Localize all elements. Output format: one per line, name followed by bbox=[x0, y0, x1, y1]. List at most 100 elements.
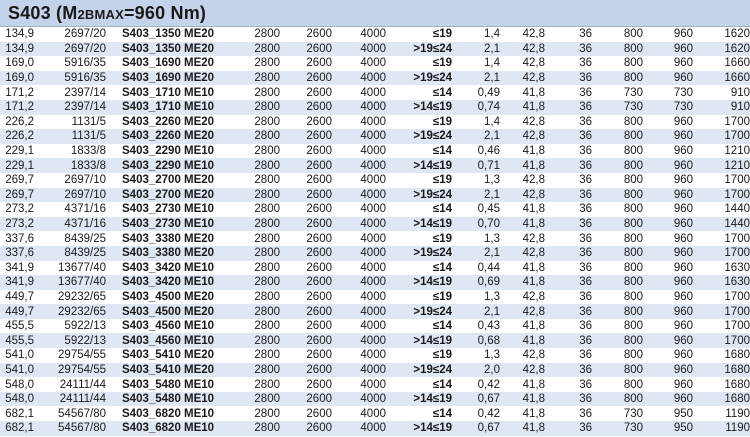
table-row: 341,9 13677/40 S403_3420 ME10 2800 2600 4000 >… bbox=[0, 275, 750, 290]
table-cell: 2600 bbox=[306, 28, 332, 41]
table-cell: 0,42 bbox=[477, 378, 500, 391]
table-cell: 800 bbox=[623, 261, 643, 274]
table-cell: 2800 bbox=[254, 349, 280, 362]
table-cell: 1680 bbox=[724, 349, 750, 362]
table-cell: 800 bbox=[592, 158, 643, 173]
table-cell: 730 bbox=[623, 407, 643, 420]
table-cell: 2600 bbox=[280, 333, 332, 349]
table-cell: 36 bbox=[579, 320, 592, 333]
table-row: 341,9 13677/40 S403_3420 ME10 2800 2600 4000 ≤… bbox=[0, 261, 750, 276]
table-cell: 2800 bbox=[254, 290, 280, 303]
table-cell: 0,42 bbox=[477, 407, 500, 420]
table-cell: 2,1 bbox=[452, 245, 500, 261]
table-cell: 4000 bbox=[360, 115, 386, 128]
table-cell: 4000 bbox=[360, 290, 386, 303]
table-cell: 2800 bbox=[230, 158, 280, 173]
table-cell: 1700 bbox=[724, 115, 750, 128]
table-cell: 960 bbox=[673, 145, 693, 158]
table-cell: 273,2 bbox=[0, 216, 38, 232]
table-cell: 269,7 bbox=[5, 174, 34, 187]
table-cell: 0,45 bbox=[477, 203, 500, 216]
table-cell: 800 bbox=[592, 245, 643, 261]
table-cell: 13677/40 bbox=[58, 261, 106, 274]
table-cell: 1620 bbox=[724, 28, 750, 41]
table-cell: 682,1 bbox=[5, 407, 34, 420]
table-cell: 960 bbox=[673, 115, 693, 128]
table-cell: 2600 bbox=[280, 129, 332, 144]
table-cell: S403_1710 ME10 bbox=[122, 86, 215, 99]
table-cell: 5922/13 bbox=[38, 333, 110, 349]
table-cell: 226,2 bbox=[5, 115, 34, 128]
table-row: 449,7 29232/65 S403_4500 ME20 2800 2600 4000 ≤… bbox=[0, 290, 750, 305]
table-cell: 800 bbox=[623, 378, 643, 391]
table-cell: 2600 bbox=[306, 290, 332, 303]
table-cell: 2800 bbox=[254, 28, 280, 41]
table-cell: 682,1 bbox=[0, 421, 38, 436]
table-cell: 36 bbox=[545, 129, 592, 144]
table-cell: S403_2260 ME20 bbox=[122, 115, 215, 128]
table-cell: 960 bbox=[643, 245, 693, 261]
table-cell: S403_2290 ME10 bbox=[122, 145, 215, 158]
table-cell: S403_1690 ME20 bbox=[110, 70, 230, 86]
table-cell: 455,5 bbox=[5, 320, 34, 333]
table-row: 226,2 1131/5 S403_2260 ME20 2800 2600 4000 ≤19… bbox=[0, 115, 750, 130]
table-cell: 1131/5 bbox=[38, 129, 110, 144]
table-cell: 1630 bbox=[724, 261, 750, 274]
table-cell: 1190 bbox=[725, 407, 750, 420]
table-cell: 1700 bbox=[693, 187, 750, 203]
spec-table: 134,9 2697/20 S403_1350 ME20 2800 2600 4000 ≤1… bbox=[0, 27, 750, 436]
table-row: 337,6 8439/25 S403_3380 ME20 2800 2600 4000 >1… bbox=[0, 245, 750, 261]
table-row: 273,2 4371/16 S403_2730 ME10 2800 2600 4000 ≤1… bbox=[0, 202, 750, 217]
table-cell: 2800 bbox=[230, 304, 280, 319]
table-cell: 2800 bbox=[230, 99, 280, 115]
table-header-bar: S403 (M2BMAX=960 Nm) bbox=[0, 0, 750, 27]
table-cell: >14≤19 bbox=[386, 391, 452, 407]
table-cell: 0,69 bbox=[452, 275, 500, 290]
table-cell: 4000 bbox=[332, 158, 386, 173]
table-cell: 42,8 bbox=[522, 57, 545, 70]
table-cell: 341,9 bbox=[0, 275, 38, 290]
table-cell: 2800 bbox=[230, 216, 280, 232]
table-cell: ≤19 bbox=[432, 232, 452, 245]
table-cell: 0,49 bbox=[477, 86, 500, 99]
table-cell: 910 bbox=[693, 99, 750, 115]
table-cell: >14≤19 bbox=[386, 216, 452, 232]
table-cell: 41,8 bbox=[522, 261, 545, 274]
table-cell: S403_3380 ME20 bbox=[122, 232, 215, 245]
table-cell: 36 bbox=[545, 275, 592, 290]
table-cell: S403_1350 ME20 bbox=[110, 41, 230, 57]
table-cell: S403_6820 ME10 bbox=[110, 421, 230, 436]
table-cell: 42,8 bbox=[522, 28, 545, 41]
table-cell: ≤19 bbox=[432, 28, 452, 41]
table-cell: 54567/80 bbox=[58, 407, 106, 420]
table-cell: ≤14 bbox=[432, 407, 452, 420]
table-cell: 800 bbox=[592, 304, 643, 319]
table-cell: 41,8 bbox=[500, 99, 545, 115]
table-cell: >14≤19 bbox=[386, 275, 452, 290]
table-cell: 0,70 bbox=[452, 216, 500, 232]
table-cell: 800 bbox=[623, 28, 643, 41]
table-cell: 24111/44 bbox=[38, 391, 110, 407]
table-cell: 800 bbox=[623, 349, 643, 362]
table-cell: S403_2700 ME20 bbox=[122, 174, 215, 187]
table-cell: 134,9 bbox=[0, 41, 38, 57]
table-cell: 41,8 bbox=[500, 275, 545, 290]
table-cell: ≤14 bbox=[432, 145, 452, 158]
table-row: 273,2 4371/16 S403_2730 ME10 2800 2600 4000 >1… bbox=[0, 216, 750, 232]
table-cell: 2600 bbox=[306, 86, 332, 99]
table-cell: 41,8 bbox=[500, 421, 545, 436]
table-cell: 41,8 bbox=[522, 320, 545, 333]
table-cell: 36 bbox=[545, 362, 592, 378]
table-cell: 960 bbox=[673, 261, 693, 274]
table-title: S403 (M2BMAX=960 Nm) bbox=[8, 2, 207, 23]
table-row: 171,2 2397/14 S403_1710 ME10 2800 2600 4000 >1… bbox=[0, 99, 750, 115]
table-cell: 1700 bbox=[724, 232, 750, 245]
table-cell: 36 bbox=[545, 245, 592, 261]
table-cell: 2800 bbox=[254, 57, 280, 70]
table-cell: S403_1690 ME20 bbox=[122, 57, 215, 70]
table-cell: 800 bbox=[623, 145, 643, 158]
table-cell: 42,8 bbox=[500, 362, 545, 378]
table-cell: 960 bbox=[643, 275, 693, 290]
table-cell: 4000 bbox=[360, 232, 386, 245]
table-cell: 0,46 bbox=[477, 145, 500, 158]
